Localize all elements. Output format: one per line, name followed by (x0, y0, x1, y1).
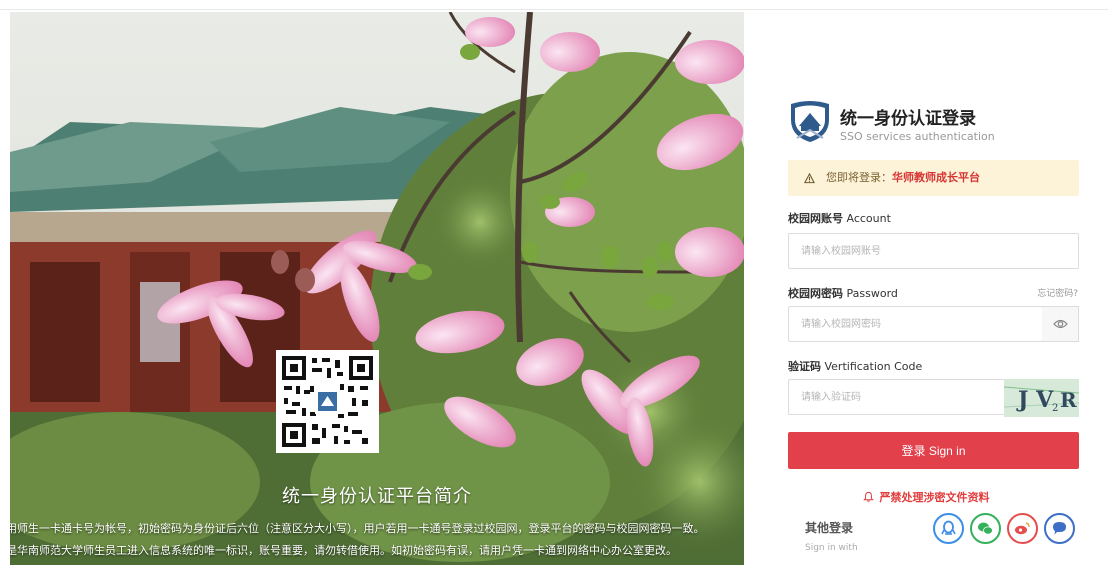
notice-prefix: 您即将登录： (826, 171, 892, 184)
svg-text:J V: J V (1016, 387, 1054, 413)
qr-code (276, 350, 379, 453)
login-title: 统一身份认证登录 (840, 109, 976, 129)
chat-login-button[interactable] (1044, 513, 1075, 544)
qr-code-icon (282, 356, 373, 447)
password-input[interactable] (789, 307, 1041, 341)
top-border (0, 0, 1108, 10)
intro-text-line-2: 是华南师范大学师生员工进入信息系统的唯一标识，账号重要，请勿转借使用。如初始密码… (10, 544, 677, 557)
university-logo (791, 101, 829, 142)
chat-icon (1053, 522, 1066, 535)
weibo-login-button[interactable] (1007, 513, 1038, 544)
code-label: 验证码 Vertification Code (788, 360, 923, 373)
password-label: 校园网密码 Password (788, 287, 898, 300)
captcha-picture: J V 2 R (1003, 379, 1080, 417)
svg-text:2: 2 (1052, 403, 1058, 414)
code-input[interactable] (789, 380, 991, 414)
bell-icon (862, 491, 874, 502)
campus-photo-panel: 统一身份认证平台简介 用师生一卡通卡号为帐号，初始密码为身份证后六位（注意区分大… (10, 12, 744, 565)
code-field[interactable] (788, 379, 1005, 415)
qq-login-button[interactable] (933, 513, 964, 544)
security-alert-text: 严禁处理涉密文件资料 (879, 491, 990, 504)
login-panel: 统一身份认证登录 SSO services authentication 您即将… (744, 12, 1108, 565)
intro-title: 统一身份认证平台简介 (282, 486, 472, 507)
qq-icon (941, 520, 956, 535)
wechat-icon (978, 522, 993, 535)
forgot-password-link[interactable]: 忘记密码? (1037, 286, 1078, 299)
login-subtitle: SSO services authentication (840, 130, 995, 143)
svg-text:R: R (1060, 388, 1077, 412)
intro-text-line-1: 用师生一卡通卡号为帐号，初始密码为身份证后六位（注意区分大小写），用户若用一卡通… (10, 522, 705, 535)
security-alert: 严禁处理涉密文件资料 (744, 489, 1108, 505)
sign-in-button[interactable]: 登录 Sign in (788, 432, 1079, 469)
weibo-icon (1015, 522, 1030, 535)
account-input[interactable] (789, 234, 1041, 268)
password-field[interactable] (788, 306, 1043, 342)
platform-notice: 您即将登录：华师教师成长平台 (788, 160, 1079, 196)
wechat-login-button[interactable] (970, 513, 1001, 544)
captcha-image[interactable]: J V 2 R (1003, 379, 1080, 417)
show-password-button[interactable] (1042, 306, 1079, 342)
other-login-subtitle: Sign in with (805, 543, 858, 553)
other-login-title: 其他登录 (805, 521, 854, 535)
account-label: 校园网账号 Account (788, 212, 891, 225)
warning-icon (804, 160, 815, 196)
eye-icon (1053, 319, 1068, 329)
account-field[interactable] (788, 233, 1079, 269)
notice-platform: 华师教师成长平台 (892, 171, 980, 184)
